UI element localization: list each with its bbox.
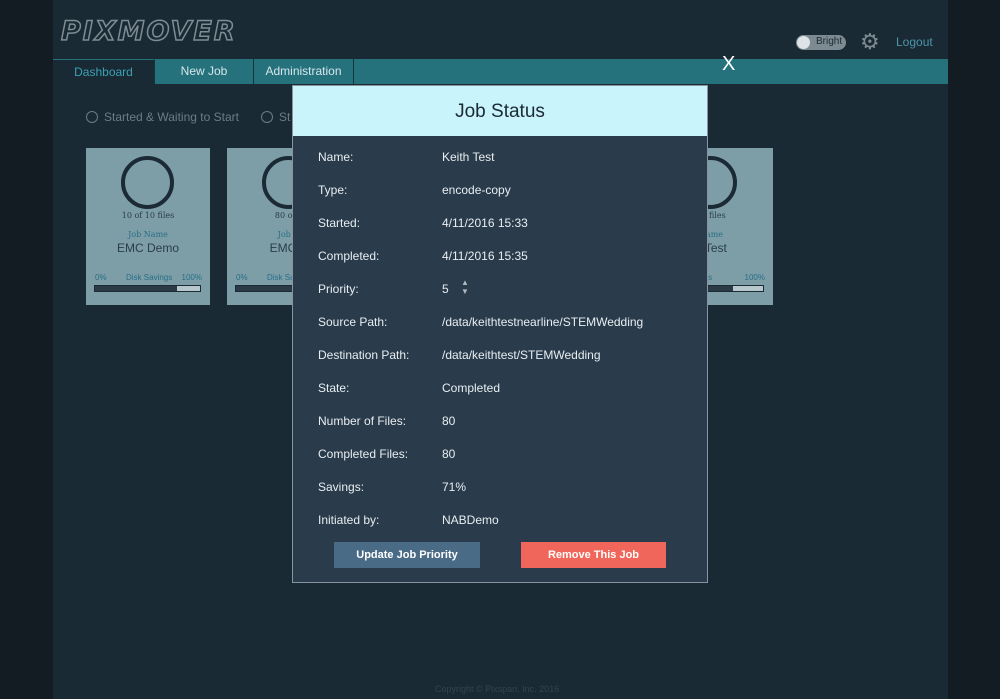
detail-value: 4/11/2016 15:35 [442, 249, 528, 263]
detail-label: Source Path: [318, 315, 388, 329]
remove-job-button[interactable]: Remove This Job [521, 542, 666, 568]
job-status-modal: Job Status Name: Keith Test Type: encode… [292, 85, 708, 583]
detail-value: 71% [442, 480, 467, 494]
close-icon[interactable]: X [722, 53, 735, 76]
detail-label: Savings: [318, 480, 365, 494]
detail-label: Initiated by: [318, 513, 380, 527]
modal-title: Job Status [293, 86, 707, 136]
detail-row-number-of-files: Number of Files: 80 [318, 414, 688, 430]
detail-value: Completed [442, 381, 501, 395]
detail-row-savings: Savings: 71% [318, 480, 688, 496]
detail-value: Keith Test [442, 150, 495, 164]
detail-label: Completed: [318, 249, 380, 263]
detail-label: Started: [318, 216, 361, 230]
detail-value: 80 [442, 414, 456, 428]
detail-value: 4/11/2016 15:33 [442, 216, 528, 230]
detail-row-destination-path: Destination Path: /data/keithtest/STEMWe… [318, 348, 688, 364]
priority-value[interactable]: 5 [442, 282, 449, 296]
priority-stepper[interactable]: ▲ ▼ [460, 278, 470, 298]
detail-row-name: Name: Keith Test [318, 150, 688, 166]
detail-value: /data/keithtest/STEMWedding [442, 348, 601, 362]
detail-row-source-path: Source Path: /data/keithtestnearline/STE… [318, 315, 688, 331]
detail-label: Type: [318, 183, 348, 197]
detail-label: Priority: [318, 282, 359, 296]
detail-row-completed-files: Completed Files: 80 [318, 447, 688, 463]
detail-value: 80 [442, 447, 456, 461]
detail-label: Name: [318, 150, 354, 164]
detail-row-type: Type: encode-copy [318, 183, 688, 199]
detail-label: Completed Files: [318, 447, 409, 461]
detail-row-started: Started: 4/11/2016 15:33 [318, 216, 688, 232]
detail-row-priority: Priority: 5 ▲ ▼ [318, 278, 688, 298]
update-job-priority-button[interactable]: Update Job Priority [334, 542, 480, 568]
detail-row-state: State: Completed [318, 381, 688, 397]
modal-overlay: X Job Status Name: Keith Test Type: enco… [0, 0, 1000, 699]
detail-value: /data/keithtestnearline/STEMWedding [442, 315, 644, 329]
stepper-down-icon[interactable]: ▼ [460, 287, 470, 296]
detail-value: encode-copy [442, 183, 511, 197]
detail-label: Destination Path: [318, 348, 410, 362]
stepper-up-icon[interactable]: ▲ [460, 278, 470, 287]
detail-label: State: [318, 381, 350, 395]
detail-row-initiated-by: Initiated by: NABDemo [318, 513, 688, 529]
detail-row-completed: Completed: 4/11/2016 15:35 [318, 249, 688, 265]
detail-label: Number of Files: [318, 414, 407, 428]
detail-value: NABDemo [442, 513, 499, 527]
